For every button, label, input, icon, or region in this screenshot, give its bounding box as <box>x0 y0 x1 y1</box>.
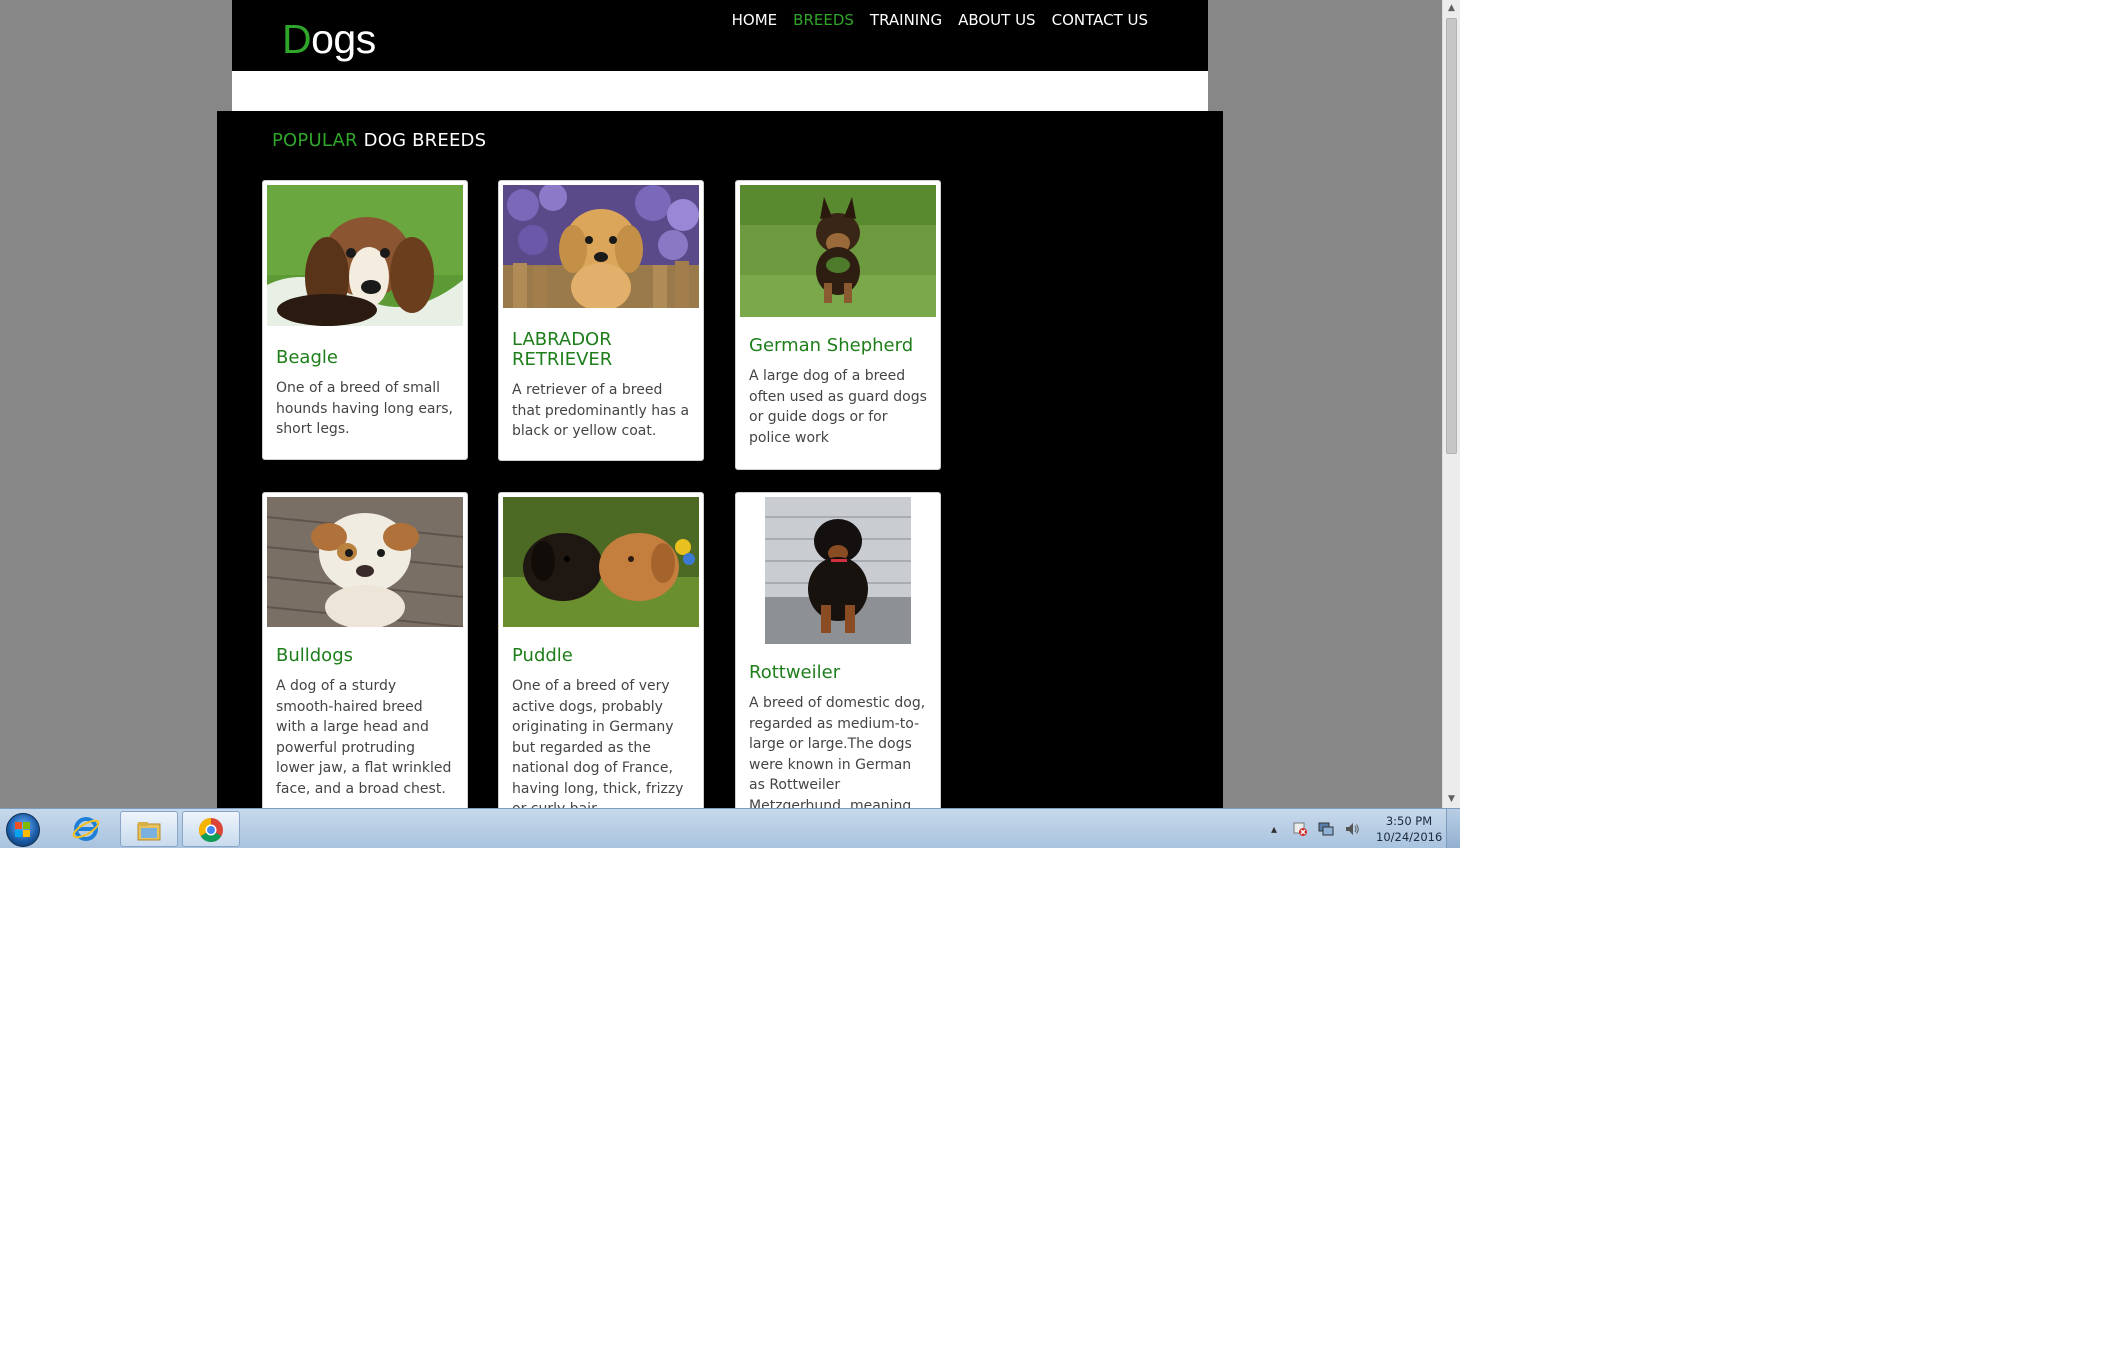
desktop-screen: Dogs HOME BREEDS TRAINING ABOUT US CONTA… <box>0 0 1460 848</box>
nav-home[interactable]: HOME <box>724 10 786 30</box>
breeds-section: POPULAR DOG BREEDS Beagle One of a breed… <box>217 111 1223 808</box>
card-description: A breed of domestic dog, regarded as med… <box>749 695 926 808</box>
card-title[interactable]: German Shepherd <box>736 336 940 356</box>
scrollbar-thumb[interactable] <box>1446 18 1457 454</box>
clock-date: 10/24/2016 <box>1376 830 1443 844</box>
bulldog-photo <box>267 497 463 627</box>
logo-initial: D <box>282 16 312 62</box>
breed-card-labrador-retriever[interactable]: LABRADOR RETRIEVER A retriever of a bree… <box>498 180 704 461</box>
chrome-icon[interactable] <box>182 811 240 847</box>
puddle-photo <box>503 497 699 627</box>
show-desktop-button[interactable] <box>1446 809 1460 848</box>
nav-breeds[interactable]: BREEDS <box>785 10 862 30</box>
card-title[interactable]: Beagle <box>263 348 467 368</box>
network-icon[interactable] <box>1318 821 1334 837</box>
system-tray: ▴ 3:50 PM 10/24/2016 <box>1266 809 1442 848</box>
card-description: One of a breed of small hounds having lo… <box>276 380 454 437</box>
vertical-scrollbar[interactable]: ▲ ▼ <box>1442 0 1460 808</box>
breed-card-bulldogs[interactable]: Bulldogs A dog of a sturdy smooth-haired… <box>262 492 468 808</box>
clock-time: 3:50 PM <box>1385 814 1433 828</box>
taskbar-clock[interactable]: 3:50 PM 10/24/2016 <box>1376 813 1442 845</box>
scroll-down-arrow-icon[interactable]: ▼ <box>1443 791 1460 808</box>
card-title[interactable]: Bulldogs <box>263 646 467 666</box>
volume-icon[interactable] <box>1344 821 1360 837</box>
site-header: Dogs HOME BREEDS TRAINING ABOUT US CONTA… <box>232 0 1208 71</box>
file-explorer-icon[interactable] <box>120 811 178 847</box>
section-title-highlight: POPULAR <box>272 130 358 151</box>
beagle-photo <box>267 185 463 326</box>
site-logo[interactable]: Dogs <box>282 16 376 63</box>
card-title[interactable]: Rottweiler <box>736 663 940 683</box>
breed-card-beagle[interactable]: Beagle One of a breed of small hounds ha… <box>262 180 468 460</box>
section-title-rest: DOG BREEDS <box>363 130 487 151</box>
show-hidden-icons-icon[interactable]: ▴ <box>1266 821 1282 837</box>
breed-card-german-shepherd[interactable]: German Shepherd A large dog of a breed o… <box>735 180 941 470</box>
labrador-photo <box>503 185 699 308</box>
card-title[interactable]: Puddle <box>499 646 703 666</box>
card-description: A large dog of a breed often used as gua… <box>749 368 927 446</box>
german-shepherd-photo <box>740 185 936 317</box>
action-center-icon[interactable] <box>1292 821 1308 837</box>
internet-explorer-icon[interactable] <box>58 811 116 847</box>
card-description: One of a breed of very active dogs, prob… <box>512 678 684 808</box>
browser-viewport: Dogs HOME BREEDS TRAINING ABOUT US CONTA… <box>0 0 1442 808</box>
start-orb-icon[interactable] <box>2 811 44 847</box>
card-description: A retriever of a breed that predominantl… <box>512 382 690 439</box>
main-nav: HOME BREEDS TRAINING ABOUT US CONTACT US <box>724 10 1156 30</box>
header-divider-strip <box>232 71 1208 111</box>
nav-about-us[interactable]: ABOUT US <box>950 10 1044 30</box>
breed-card-puddle[interactable]: Puddle One of a breed of very active dog… <box>498 492 704 808</box>
windows-taskbar: ▴ 3:50 PM 10/24/2016 <box>0 808 1460 848</box>
section-title: POPULAR DOG BREEDS <box>272 130 486 151</box>
scroll-up-arrow-icon[interactable]: ▲ <box>1443 0 1460 17</box>
logo-text: ogs <box>311 16 376 62</box>
nav-contact-us[interactable]: CONTACT US <box>1044 10 1156 30</box>
rottweiler-photo <box>765 497 911 644</box>
card-description: A dog of a sturdy smooth-haired breed wi… <box>276 678 452 797</box>
nav-training[interactable]: TRAINING <box>862 10 950 30</box>
breed-card-rottweiler[interactable]: Rottweiler A breed of domestic dog, rega… <box>735 492 941 808</box>
card-title[interactable]: LABRADOR RETRIEVER <box>499 330 703 370</box>
